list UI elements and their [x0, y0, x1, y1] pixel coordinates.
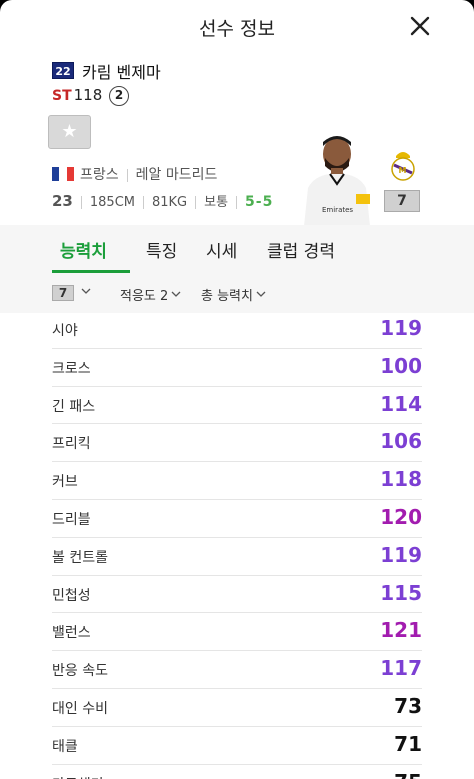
stat-value: 75	[394, 770, 422, 779]
stat-value: 118	[380, 467, 422, 492]
tab-price[interactable]: 시세	[206, 237, 237, 262]
stat-row: 시야 119	[52, 311, 422, 349]
tab-bar: 능력치 특징 시세 클럽 경력	[0, 225, 474, 273]
stat-row: 긴 패스 114	[52, 387, 422, 425]
player-info-sheet: 선수 정보 22 카림 벤제마 ST 118 2 ★ 프랑스 레알 마드리드 23 1…	[0, 0, 474, 779]
tab-club-career[interactable]: 클럽 경력	[267, 237, 335, 262]
star-icon: ★	[61, 121, 78, 142]
stat-row: 크로스 100	[52, 349, 422, 387]
chevron-down-icon	[171, 291, 181, 297]
stat-name: 태클	[52, 738, 78, 755]
physical-row: 23 185CM 81KG 보통 5-5	[52, 191, 273, 210]
stat-value: 115	[380, 580, 422, 605]
stat-value: 120	[380, 504, 422, 529]
stat-name: 밸런스	[52, 625, 91, 642]
stat-name: 프리킥	[52, 436, 91, 453]
body-type-label: 보통	[204, 195, 229, 210]
overall-rating: 118	[73, 86, 103, 104]
position-label: ST	[52, 88, 72, 104]
stat-row: 가로채기 75	[52, 765, 422, 779]
page-title: 선수 정보	[199, 18, 275, 40]
stat-value: 114	[380, 391, 422, 416]
svg-text:Emirates: Emirates	[322, 206, 353, 214]
stat-row: 볼 컨트롤 119	[52, 538, 422, 576]
stat-name: 가로채기	[52, 774, 104, 779]
nation-label: 프랑스	[80, 167, 119, 183]
level-chip: 7	[52, 285, 74, 301]
nation-club-row: 프랑스 레알 마드리드	[52, 164, 217, 184]
stat-value: 106	[380, 429, 422, 454]
stat-value: 121	[380, 618, 422, 643]
stat-row: 프리킥 106	[52, 424, 422, 463]
stat-value: 100	[380, 353, 422, 378]
header: 선수 정보	[0, 0, 474, 54]
stat-name: 드리블	[52, 511, 91, 528]
stat-name: 커브	[52, 474, 78, 491]
stat-name: 반응 속도	[52, 663, 108, 680]
stat-name: 민첩성	[52, 587, 91, 604]
tab-traits[interactable]: 특징	[146, 237, 177, 262]
favorite-button[interactable]: ★	[48, 115, 91, 149]
total-stats-dropdown[interactable]: 총 능력치	[201, 285, 266, 304]
age-label: 23	[52, 192, 73, 210]
stat-name: 대인 수비	[52, 700, 108, 717]
close-icon[interactable]	[408, 14, 432, 38]
real-madrid-logo-icon: M	[391, 152, 415, 181]
stat-row: 커브 118	[52, 462, 422, 500]
grade-badge: 2	[109, 86, 129, 106]
adaptation-dropdown[interactable]: 적응도 2	[120, 285, 181, 304]
stat-value: 73	[394, 693, 422, 718]
total-stats-label: 총 능력치	[201, 289, 253, 304]
stat-row: 드리블 120	[52, 500, 422, 538]
stat-value: 117	[380, 656, 422, 681]
stat-value: 119	[380, 542, 422, 567]
stat-row: 대인 수비 73	[52, 689, 422, 727]
foot-label: 5-5	[245, 194, 274, 210]
level-dropdown[interactable]: 7	[52, 285, 91, 301]
filter-bar: 7 적응도 2 총 능력치	[0, 273, 474, 313]
svg-text:M: M	[399, 166, 407, 175]
stat-row: 밸런스 121	[52, 613, 422, 652]
chevron-down-icon	[256, 291, 266, 297]
adaptation-label: 적응도 2	[120, 289, 169, 304]
stat-name: 긴 패스	[52, 398, 96, 415]
stat-value: 71	[394, 731, 422, 756]
tab-abilities[interactable]: 능력치	[60, 237, 107, 262]
level-badge: 7	[384, 190, 420, 212]
stat-row: 태클 71	[52, 727, 422, 765]
player-photo: Emirates	[304, 136, 370, 226]
position-row: ST 118	[52, 86, 102, 104]
stats-list: 시야 119 크로스 100 긴 패스 114 프리킥 106 커브 118 드리블 120 볼 컨트롤…	[52, 311, 422, 779]
stat-value: 119	[380, 316, 422, 340]
stat-name: 볼 컨트롤	[52, 549, 108, 566]
chevron-down-icon	[81, 288, 91, 294]
stat-name: 크로스	[52, 360, 91, 377]
stat-name: 시야	[52, 323, 78, 339]
france-flag-icon	[52, 167, 74, 181]
player-name: 카림 벤제마	[82, 63, 161, 82]
stat-row: 반응 속도 117	[52, 651, 422, 689]
season-badge: 22	[52, 62, 74, 79]
club-label: 레알 마드리드	[135, 167, 218, 183]
stat-row: 민첩성 115	[52, 576, 422, 614]
weight-label: 81KG	[151, 195, 188, 210]
height-label: 185CM	[89, 195, 135, 210]
